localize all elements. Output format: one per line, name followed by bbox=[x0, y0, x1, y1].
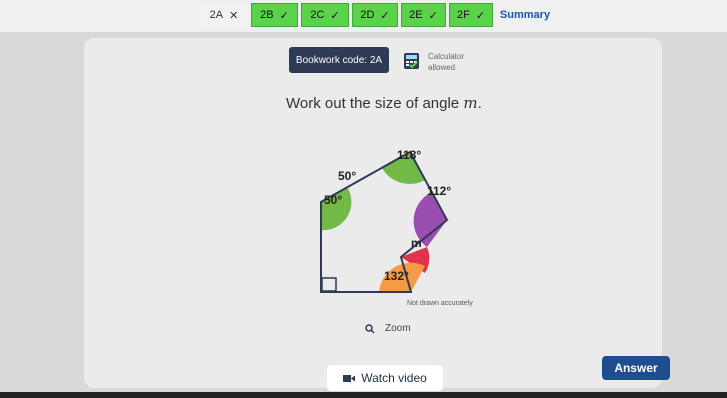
answer-label: Answer bbox=[614, 361, 658, 375]
tab-label: 2F bbox=[456, 9, 470, 21]
tab-2a[interactable]: 2A ✕ bbox=[200, 3, 248, 27]
tab-2e[interactable]: 2E ✓ bbox=[401, 3, 446, 27]
angle-label-50-left: 50° bbox=[324, 193, 342, 207]
check-icon: ✓ bbox=[475, 9, 486, 22]
angle-label-118: 118° bbox=[397, 148, 421, 162]
angle-label-132: 132° bbox=[384, 269, 409, 283]
pentagon-diagram: 50° 50° 118° 112° m 132° bbox=[320, 148, 451, 293]
tab-bar: 2A ✕ 2B ✓ 2C ✓ 2D ✓ 2E ✓ 2F ✓ Summary bbox=[0, 0, 727, 32]
angle-label-112: 112° bbox=[427, 184, 451, 198]
bottom-edge bbox=[0, 392, 727, 398]
question-text: Work out the size of angle m. bbox=[286, 94, 482, 112]
check-icon: ✓ bbox=[330, 9, 340, 22]
calculator-line1: Calculator bbox=[428, 52, 465, 61]
tab-2d[interactable]: 2D ✓ bbox=[352, 3, 398, 27]
check-icon: ✓ bbox=[428, 9, 438, 22]
tab-label: 2D bbox=[360, 9, 375, 21]
answer-button[interactable]: Answer bbox=[602, 356, 670, 380]
cross-icon: ✕ bbox=[229, 9, 239, 22]
not-drawn-accurately-note: Not drawn accurately bbox=[407, 300, 473, 307]
calculator-line2: allowed bbox=[428, 63, 456, 72]
zoom-label: Zoom bbox=[385, 323, 411, 334]
tab-summary[interactable]: Summary bbox=[496, 3, 554, 27]
watch-video-label: Watch video bbox=[361, 371, 427, 385]
calculator-allowed-label: Calculator allowed bbox=[428, 51, 464, 73]
tab-2b[interactable]: 2B ✓ bbox=[251, 3, 298, 27]
tab-2f[interactable]: 2F ✓ bbox=[449, 3, 493, 27]
tab-label: Summary bbox=[499, 9, 551, 21]
tab-label: 2C bbox=[310, 9, 325, 21]
tab-label: 2E bbox=[409, 9, 423, 21]
tab-label: 2A bbox=[209, 9, 224, 21]
video-camera-icon bbox=[343, 374, 356, 382]
bookwork-label: Bookwork code: 2A bbox=[295, 54, 383, 66]
calculator-icon bbox=[404, 53, 419, 69]
zoom-button[interactable]: Zoom bbox=[365, 323, 411, 334]
check-icon: ✓ bbox=[380, 9, 390, 22]
question-prefix: Work out the size of angle bbox=[286, 95, 464, 112]
question-variable: m bbox=[463, 94, 478, 112]
search-icon bbox=[365, 323, 375, 334]
check-icon: ✓ bbox=[279, 9, 289, 22]
angle-label-50-top: 50° bbox=[338, 169, 356, 183]
tab-2c[interactable]: 2C ✓ bbox=[301, 3, 349, 27]
bookwork-code-badge: Bookwork code: 2A bbox=[289, 47, 389, 73]
angle-label-m: m bbox=[411, 236, 422, 250]
question-suffix: . bbox=[477, 95, 482, 112]
watch-video-button[interactable]: Watch video bbox=[327, 365, 443, 391]
right-angle-marker bbox=[321, 277, 337, 292]
tab-label: 2B bbox=[260, 9, 274, 21]
